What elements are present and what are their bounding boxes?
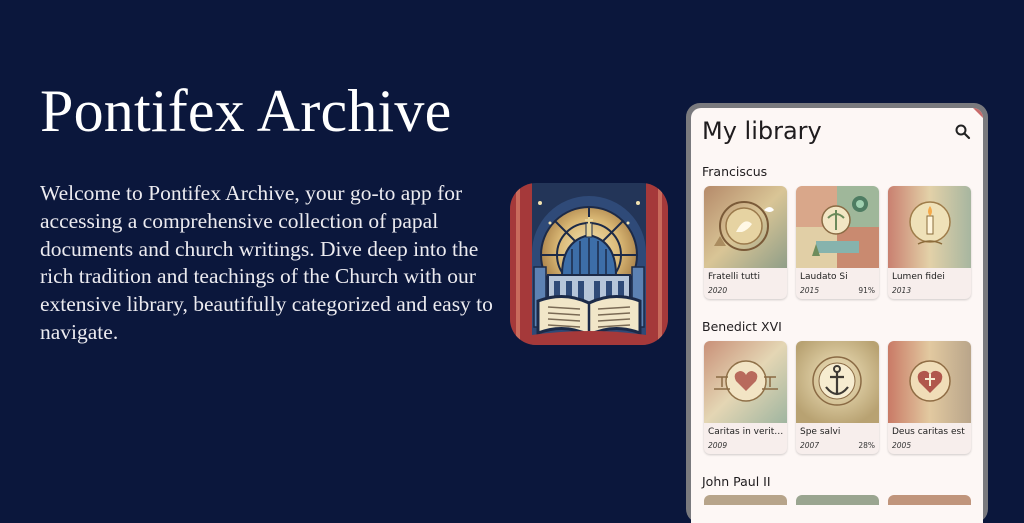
book-cover-heart-cross-icon: [888, 341, 971, 423]
book-card-caritas-in-veritate[interactable]: Caritas in veritate 2009: [704, 341, 787, 454]
book-title: Lumen fidei: [892, 272, 945, 282]
book-title: Deus caritas est: [892, 427, 965, 437]
book-card-partial[interactable]: [704, 495, 787, 505]
book-title: Spe salvi: [800, 427, 841, 437]
book-year: 2013: [892, 286, 912, 295]
book-year: 2005: [892, 441, 912, 450]
section-title-franciscus: Franciscus: [702, 164, 768, 179]
book-title: Fratelli tutti: [708, 272, 760, 282]
book-row-benedict-xvi: Caritas in veritate 2009 Spe salvi 2007 …: [704, 341, 971, 454]
book-title: Laudato Si: [800, 272, 848, 282]
book-card-deus-caritas-est[interactable]: Deus caritas est 2005: [888, 341, 971, 454]
section-title-john-paul-ii: John Paul II: [702, 474, 771, 489]
book-card-laudato-si[interactable]: Laudato Si 2015 91%: [796, 186, 879, 299]
book-cover-anchor-icon: [796, 341, 879, 423]
app-logo-icon: [510, 183, 668, 345]
hero-title: Pontifex Archive: [40, 78, 452, 144]
search-icon[interactable]: [953, 122, 973, 142]
book-cover-dove-icon: [704, 186, 787, 268]
phone-mockup: My library Franciscus Fratelli tutti 202…: [686, 103, 988, 523]
book-year: 2009: [708, 441, 728, 450]
screen-corner-accent: [973, 108, 983, 118]
book-row-franciscus: Fratelli tutti 2020 Laudato Si 2015 91%: [704, 186, 971, 299]
library-title: My library: [702, 117, 822, 145]
book-card-spe-salvi[interactable]: Spe salvi 2007 28%: [796, 341, 879, 454]
book-card-fratelli-tutti[interactable]: Fratelli tutti 2020: [704, 186, 787, 299]
book-cover-globe-tree-icon: [796, 186, 879, 268]
book-year: 2007: [800, 441, 820, 450]
book-progress: 91%: [858, 286, 875, 295]
book-year: 2020: [708, 286, 728, 295]
book-year: 2015: [800, 286, 820, 295]
book-row-john-paul-ii: [704, 495, 971, 505]
book-title: Caritas in veritate: [708, 427, 784, 437]
book-card-partial[interactable]: [796, 495, 879, 505]
book-card-lumen-fidei[interactable]: Lumen fidei 2013: [888, 186, 971, 299]
app-screen: My library Franciscus Fratelli tutti 202…: [691, 108, 983, 523]
book-progress: 28%: [858, 441, 875, 450]
hero-description: Welcome to Pontifex Archive, your go-to …: [40, 181, 493, 344]
book-cover-candle-icon: [888, 186, 971, 268]
section-title-benedict-xvi: Benedict XVI: [702, 319, 782, 334]
book-card-partial[interactable]: [888, 495, 971, 505]
book-cover-heart-scales-icon: [704, 341, 787, 423]
